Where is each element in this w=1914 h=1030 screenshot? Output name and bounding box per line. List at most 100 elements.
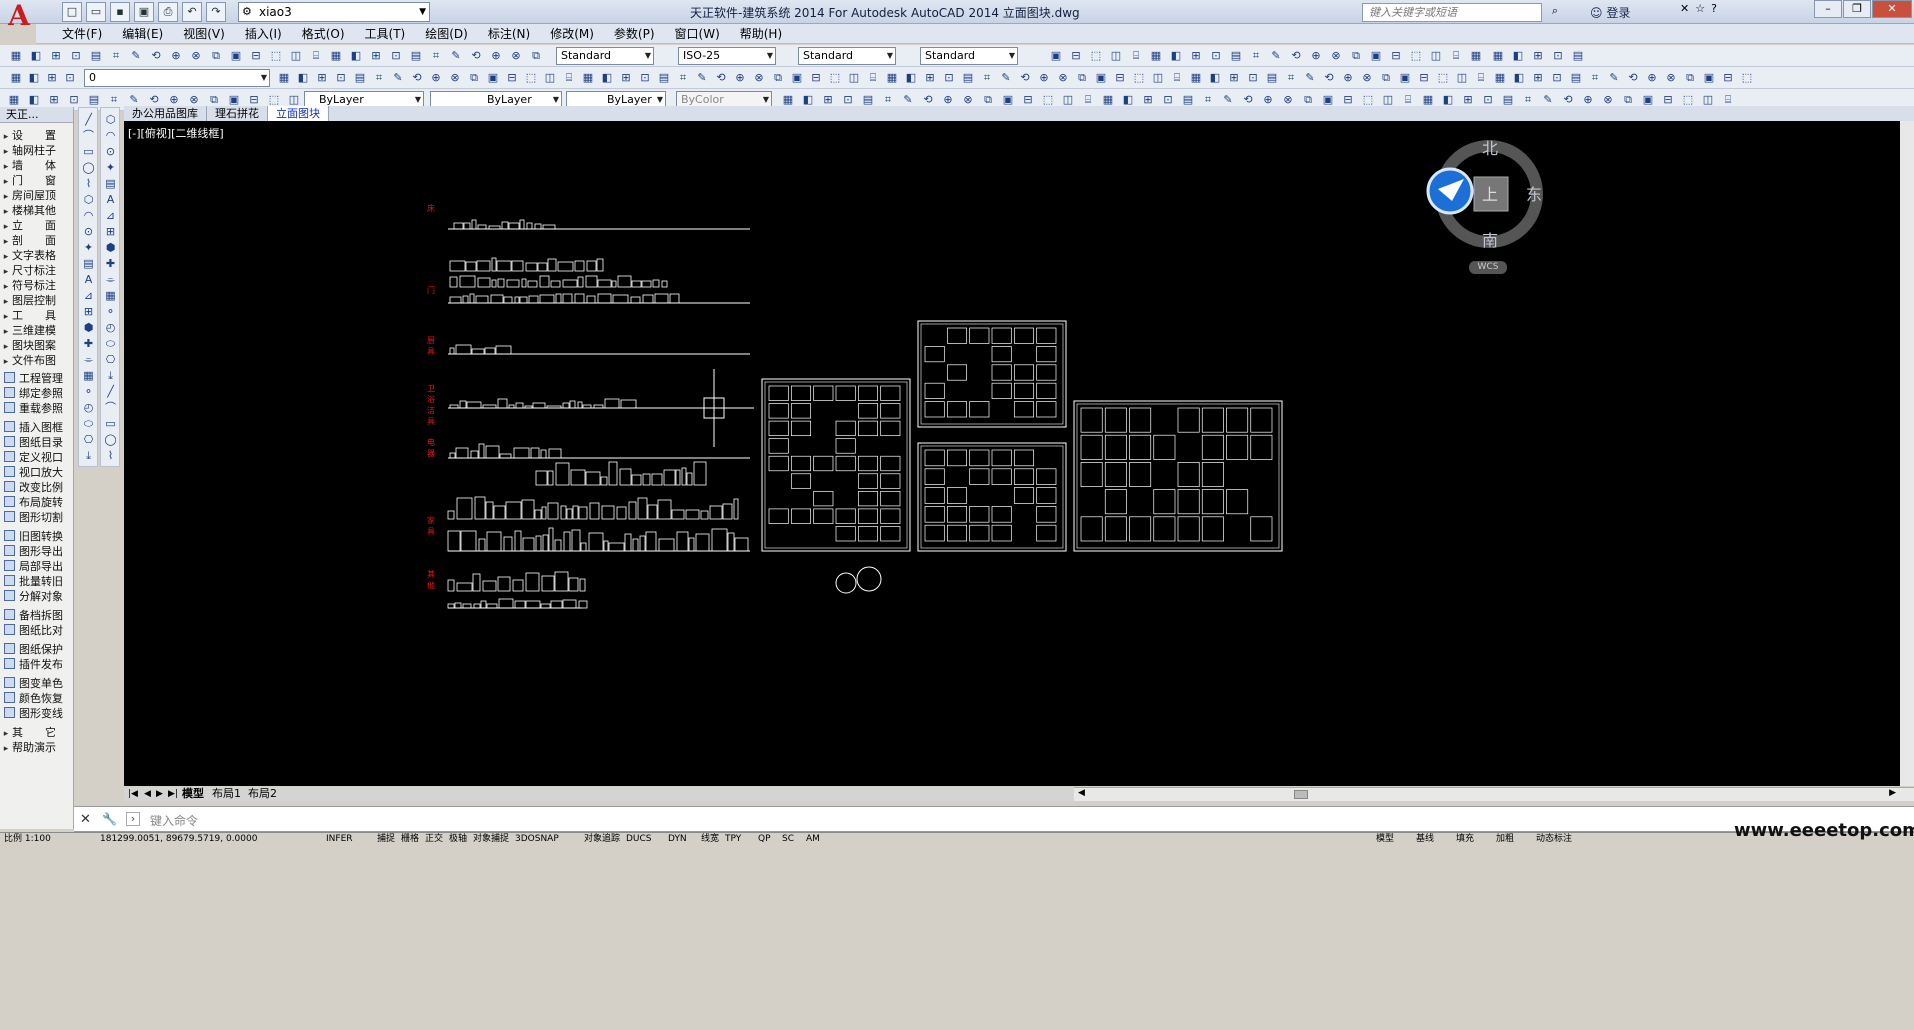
standard-tool-icon[interactable]: ▣ — [1368, 48, 1384, 64]
tianzheng-tool-icon[interactable]: ⊟ — [1416, 70, 1432, 86]
panel-group[interactable]: ▸ 文件布图 — [0, 354, 74, 368]
modify-tool-icon[interactable]: ⊞ — [103, 224, 118, 239]
standard-tool-icon[interactable]: ⌗ — [1248, 48, 1264, 64]
tianzheng-tool-icon[interactable]: ▣ — [1701, 70, 1717, 86]
command-prompt-icon[interactable]: › — [126, 812, 140, 826]
tianzheng-tool-icon[interactable]: ⊕ — [1644, 70, 1660, 86]
wrench-icon[interactable]: 🔧 — [102, 812, 117, 826]
modify-tool-icon[interactable]: ✚ — [103, 256, 118, 271]
panel-item[interactable]: 图纸目录 — [0, 436, 74, 450]
tianzheng-tool-icon[interactable]: ✎ — [390, 70, 406, 86]
standard-tool-icon[interactable]: ▦ — [1148, 48, 1164, 64]
modify-tool-icon[interactable]: ⌯ — [103, 272, 118, 287]
tianzheng-tool-icon[interactable]: ⊞ — [314, 70, 330, 86]
standard-tool-icon[interactable]: ▦ — [1468, 48, 1484, 64]
draw-tool-icon[interactable]: ✚ — [81, 336, 96, 351]
draw-tool-icon[interactable]: ◴ — [81, 400, 96, 415]
tianzheng-tool-icon[interactable]: ✎ — [998, 70, 1014, 86]
panel-item[interactable]: 批量转旧 — [0, 575, 74, 589]
draw-tool-icon[interactable]: ✦ — [81, 240, 96, 255]
standard-tool-icon[interactable]: ⌸ — [1128, 48, 1144, 64]
panel-item[interactable]: 旧图转换 — [0, 530, 74, 544]
draw-tool-icon[interactable]: ⊿ — [81, 288, 96, 303]
tianzheng-tool-icon[interactable]: ✎ — [694, 70, 710, 86]
panel-group[interactable]: ▸ 图层控制 — [0, 294, 74, 308]
tianzheng-tool-icon[interactable]: ⊗ — [447, 70, 463, 86]
tianzheng-tool-icon[interactable]: ▦ — [884, 70, 900, 86]
status-right-item[interactable]: 填充 — [1456, 833, 1474, 845]
modify-tool-icon[interactable]: ✦ — [103, 160, 118, 175]
close-button[interactable]: ✕ — [1872, 0, 1912, 18]
panel-group[interactable]: ▸ 门 窗 — [0, 174, 74, 188]
status-toggle[interactable]: 线宽 — [701, 833, 719, 845]
menu-view[interactable]: 视图(V) — [173, 24, 235, 43]
tianzheng-tool-icon[interactable]: ▦ — [580, 70, 596, 86]
panel-group[interactable]: ▸ 三维建模 — [0, 324, 74, 338]
tianzheng-tool-icon[interactable]: ◧ — [1511, 70, 1527, 86]
panel-item[interactable]: 图纸保护 — [0, 643, 74, 657]
tianzheng-tool-icon[interactable]: ▤ — [352, 70, 368, 86]
tianzheng-tool-icon[interactable]: ⊕ — [1036, 70, 1052, 86]
panel-group[interactable]: ▸ 轴网柱子 — [0, 144, 74, 158]
tianzheng-tool-icon[interactable]: ⬚ — [1131, 70, 1147, 86]
tianzheng-tool-icon[interactable]: ◧ — [599, 70, 615, 86]
status-toggle[interactable]: 捕捉 — [377, 833, 395, 845]
tianzheng-tool-icon[interactable]: ▦ — [1188, 70, 1204, 86]
viewcube-south[interactable]: 南 — [1482, 227, 1498, 251]
tianzheng-tool-icon[interactable]: ⬚ — [1739, 70, 1755, 86]
tianzheng-tool-icon[interactable]: ◫ — [542, 70, 558, 86]
tianzheng-tool-icon[interactable]: ▣ — [789, 70, 805, 86]
standard-tool-icon[interactable]: ⌗ — [428, 48, 444, 64]
standard-tool-icon[interactable]: ⊕ — [168, 48, 184, 64]
panel-item[interactable]: 定义视口 — [0, 451, 74, 465]
layer-state-tool-icon[interactable]: ⊞ — [46, 92, 62, 108]
tab-elevation-blocks[interactable]: 立面图块 — [268, 106, 329, 121]
panel-item[interactable]: 工程管理 — [0, 372, 74, 386]
last-tab-icon[interactable]: ▶| — [168, 787, 178, 801]
tianzheng-tool-icon[interactable]: ⊟ — [504, 70, 520, 86]
modify-tool-icon[interactable]: ⬡ — [103, 112, 118, 127]
standard-tool-icon[interactable]: ⊟ — [248, 48, 264, 64]
standard-tool-icon[interactable]: ▦ — [328, 48, 344, 64]
draw-tool-icon[interactable]: ⬡ — [81, 192, 96, 207]
menu-edit[interactable]: 编辑(E) — [112, 24, 173, 43]
tianzheng-tool-icon[interactable]: ⟲ — [409, 70, 425, 86]
status-toggle[interactable]: 极轴 — [449, 833, 467, 845]
help-icon[interactable]: ? — [1711, 2, 1717, 15]
tianzheng-tool-icon[interactable]: ⌗ — [371, 70, 387, 86]
panel-group[interactable]: ▸ 墙 体 — [0, 159, 74, 173]
viewcube-north[interactable]: 北 — [1482, 135, 1498, 159]
standard-tool-icon[interactable]: ⊞ — [1188, 48, 1204, 64]
tianzheng-tool-icon[interactable]: ⌗ — [1587, 70, 1603, 86]
tianzheng-tool-icon[interactable]: ▦ — [1492, 70, 1508, 86]
close-icon[interactable]: ✕ — [80, 812, 91, 827]
tianzheng-tool-icon[interactable]: ⧉ — [466, 70, 482, 86]
tianzheng-tool-icon[interactable]: ⊗ — [1055, 70, 1071, 86]
tianzheng-tool-icon[interactable]: ⟲ — [1625, 70, 1641, 86]
viewcube-east[interactable]: 东 — [1526, 181, 1542, 205]
panel-group[interactable]: ▸ 剖 面 — [0, 234, 74, 248]
menu-format[interactable]: 格式(O) — [292, 24, 355, 43]
standard-tool-icon[interactable]: ⊟ — [1388, 48, 1404, 64]
modify-tool-icon[interactable]: ◯ — [103, 432, 118, 447]
standard-tool-icon[interactable]: ⊞ — [368, 48, 384, 64]
standard-tool-icon[interactable]: ⧉ — [208, 48, 224, 64]
panel-item[interactable]: 图形变线 — [0, 707, 74, 721]
panel-group[interactable]: ▸ 文字表格 — [0, 249, 74, 263]
status-right-item[interactable]: 动态标注 — [1536, 833, 1572, 845]
standard-tool-icon[interactable]: ⬚ — [1408, 48, 1424, 64]
layer-tool-icon[interactable]: ⊞ — [44, 70, 60, 86]
panel-item[interactable]: 布局旋转 — [0, 496, 74, 510]
tianzheng-tool-icon[interactable]: ⧉ — [1378, 70, 1394, 86]
standard-tool-icon[interactable]: ⊗ — [508, 48, 524, 64]
modify-tool-icon[interactable]: ⊿ — [103, 208, 118, 223]
tianzheng-tool-icon[interactable]: ⊕ — [732, 70, 748, 86]
standard-tool-icon[interactable]: ◫ — [1428, 48, 1444, 64]
modify-tool-icon[interactable]: ⎔ — [103, 352, 118, 367]
redo-icon[interactable]: ↷ — [206, 2, 226, 22]
layer-state-tool-icon[interactable]: ▦ — [6, 92, 22, 108]
table-style-select[interactable]: Standard ▼ — [798, 47, 896, 65]
panel-item[interactable]: 分解对象 — [0, 590, 74, 604]
tianzheng-tool-icon[interactable]: ▣ — [485, 70, 501, 86]
tianzheng-tool-icon[interactable]: ⌸ — [1473, 70, 1489, 86]
